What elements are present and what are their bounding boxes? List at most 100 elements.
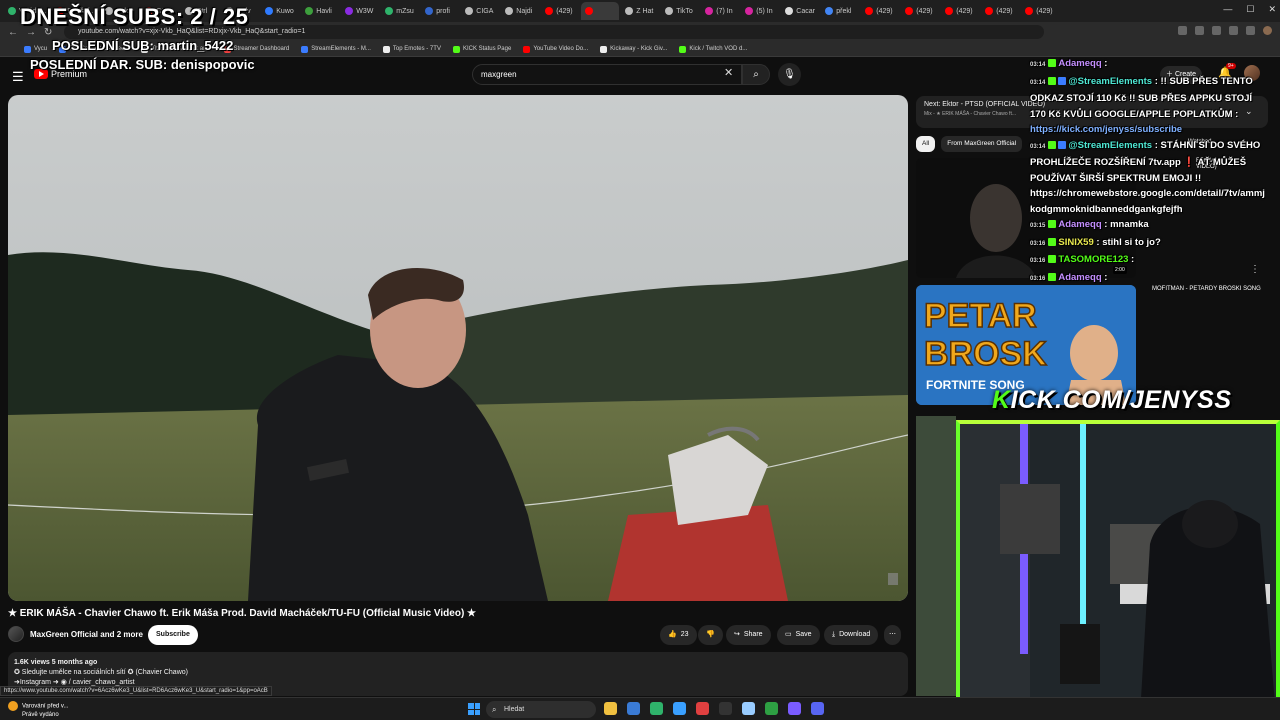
tab-favicon-icon: [945, 7, 954, 15]
chat-badge-icon: [1048, 76, 1057, 85]
browser-tab[interactable]: TikTo: [661, 2, 699, 20]
more-actions-button[interactable]: ⋯: [884, 625, 901, 645]
channel-avatar[interactable]: [8, 626, 24, 642]
bookmark-label: YouTube Video Do...: [533, 46, 589, 52]
weather-widget[interactable]: Varování před v... Právě vydáno: [8, 701, 68, 719]
taskbar-app-icon[interactable]: [673, 702, 686, 715]
overlay-sub-goal: DNEŠNÍ SUBS: 2 / 25: [20, 4, 249, 29]
close-icon[interactable]: ✕: [1268, 4, 1276, 15]
bookmark-favicon-icon: [24, 45, 31, 53]
browser-tab[interactable]: (429): [861, 2, 899, 20]
extension-icon[interactable]: [1229, 26, 1238, 35]
chip-all[interactable]: All: [916, 136, 936, 152]
chat-message: 03:16 TASOMORE123 :: [1030, 252, 1270, 270]
hover-link-url: https://www.youtube.com/watch?v=6Acz6wKe…: [0, 686, 272, 696]
chat-link[interactable]: https://chromewebstore.google.com/detail…: [1030, 186, 1270, 217]
taskbar-app-icon[interactable]: [696, 702, 709, 715]
browser-tab[interactable]: (429): [1021, 2, 1059, 20]
bookmark-item[interactable]: YouTube Video Do...: [523, 45, 589, 53]
chat-text: :: [1104, 271, 1108, 283]
chat-badge-icon: [1058, 76, 1067, 85]
browser-tab[interactable]: (429): [981, 2, 1019, 20]
chat-timestamp: 03:14: [1030, 62, 1046, 68]
browser-tab[interactable]: Z Hat: [621, 2, 659, 20]
minimize-icon[interactable]: —: [1223, 4, 1232, 15]
extension-icon[interactable]: [1178, 26, 1187, 35]
bookmark-item[interactable]: Kick / Twitch VOD d...: [679, 45, 747, 53]
kick-url-banner: KICK.COM/JENYSS: [992, 386, 1232, 415]
extension-icon[interactable]: [1212, 26, 1221, 35]
bookmark-item[interactable]: Vycu: [24, 45, 47, 53]
overlay-last-donation: POSLEDNÍ DAR. SUB: denispopovic: [30, 57, 255, 72]
bookmark-item[interactable]: KICK Status Page: [452, 45, 511, 53]
like-button[interactable]: 👍 23: [660, 625, 697, 645]
bookmark-item[interactable]: Top Emotes - 7TV: [382, 45, 441, 53]
chat-overlay: 03:14 Adameqq :03:14 @StreamElements : !! …: [1030, 56, 1270, 287]
dislike-button[interactable]: 👎: [698, 625, 723, 645]
browser-tab[interactable]: profi: [421, 2, 459, 20]
chat-badge-icon: [1048, 59, 1057, 67]
bookmark-item[interactable]: Streamer Dashboard: [223, 45, 289, 53]
taskbar-app-icon[interactable]: [650, 702, 663, 715]
browser-tab[interactable]: CIGA: [461, 2, 499, 20]
recommended-thumbnail[interactable]: [916, 416, 956, 696]
browser-tab[interactable]: Najdi: [501, 2, 539, 20]
taskbar-app-icon[interactable]: [811, 702, 824, 715]
browser-tab[interactable]: (7) In: [701, 2, 739, 20]
profile-icon[interactable]: [1263, 26, 1272, 35]
chat-badge-icon: [1048, 220, 1057, 228]
download-button[interactable]: ⤓ Download: [824, 625, 879, 645]
browser-tab[interactable]: Kuwo: [261, 2, 299, 20]
back-icon[interactable]: ←: [8, 27, 18, 38]
chat-badge-icon: [1048, 272, 1057, 281]
save-button[interactable]: ▭ Save: [777, 625, 820, 645]
bookmark-item[interactable]: StreamElements - M...: [301, 45, 371, 53]
thumbnail-text: BROSK: [924, 335, 1047, 373]
browser-tab[interactable]: [581, 2, 620, 20]
extension-icon[interactable]: [1195, 26, 1204, 35]
chat-username: Adameqq: [1058, 219, 1102, 230]
share-button[interactable]: ↪ Share: [726, 625, 771, 645]
browser-tab[interactable]: (429): [901, 2, 939, 20]
browser-tab[interactable]: (429): [541, 2, 579, 20]
search-input[interactable]: maxgreen: [472, 64, 742, 85]
bookmark-favicon-icon: [679, 45, 687, 53]
taskbar-app-icon[interactable]: [788, 702, 801, 715]
tab-favicon-icon: [385, 7, 394, 15]
webcam-image: [960, 424, 1276, 716]
tab-label: TikTo: [676, 7, 693, 15]
channel-name[interactable]: MaxGreen Official and 2 more: [30, 630, 143, 639]
search-button[interactable]: ⌕: [742, 64, 770, 85]
taskbar-search-input[interactable]: ⌕ Hledat: [486, 701, 596, 718]
tab-favicon-icon: [425, 7, 434, 15]
bookmark-item[interactable]: Kickaway - Kick Giv...: [600, 45, 667, 53]
screen: Vkládá... Dnešní... Zelda Ctrl.. Ctrl Ctrlv Ku…: [0, 0, 1280, 720]
taskbar-app-icon[interactable]: [719, 702, 732, 715]
chat-message: 03:16 SINIX59 : stihl si to jo?: [1030, 235, 1270, 253]
voice-search-button[interactable]: 🎙: [778, 63, 801, 86]
browser-tab[interactable]: Havli: [301, 2, 339, 20]
taskbar-app-icon[interactable]: [627, 702, 640, 715]
taskbar-app-icon[interactable]: [765, 702, 778, 715]
browser-tab[interactable]: Cacar: [781, 2, 819, 20]
chat-link[interactable]: https://kick.com/jenyss/subscribe: [1030, 122, 1270, 138]
taskbar-app-icon[interactable]: [742, 702, 755, 715]
taskbar-app-icon[interactable]: [604, 702, 617, 715]
video-player[interactable]: [8, 95, 908, 601]
browser-tab[interactable]: W3W: [341, 2, 379, 20]
browser-tab[interactable]: překl: [821, 2, 859, 20]
windows-start-icon[interactable]: [468, 703, 480, 715]
extension-icon[interactable]: [1246, 26, 1255, 35]
menu-icon[interactable]: ☰: [12, 69, 24, 85]
clear-search-icon[interactable]: ✕: [724, 66, 733, 79]
subscribe-button[interactable]: Subscribe: [148, 625, 198, 645]
maximize-icon[interactable]: ☐: [1246, 4, 1254, 15]
browser-tab[interactable]: (429): [941, 2, 979, 20]
chip-from-channel[interactable]: From MaxGreen Official: [941, 136, 1023, 152]
browser-tab[interactable]: (5) In: [741, 2, 779, 20]
chat-timestamp: 03:16: [1030, 240, 1046, 247]
browser-tab[interactable]: mZsu: [381, 2, 419, 20]
microphone-icon: 🎙: [783, 69, 796, 80]
video-title: ★ ERIK MÁŠA - Chavier Chawo ft. Erik Máš…: [8, 608, 477, 619]
tab-favicon-icon: [665, 7, 674, 15]
